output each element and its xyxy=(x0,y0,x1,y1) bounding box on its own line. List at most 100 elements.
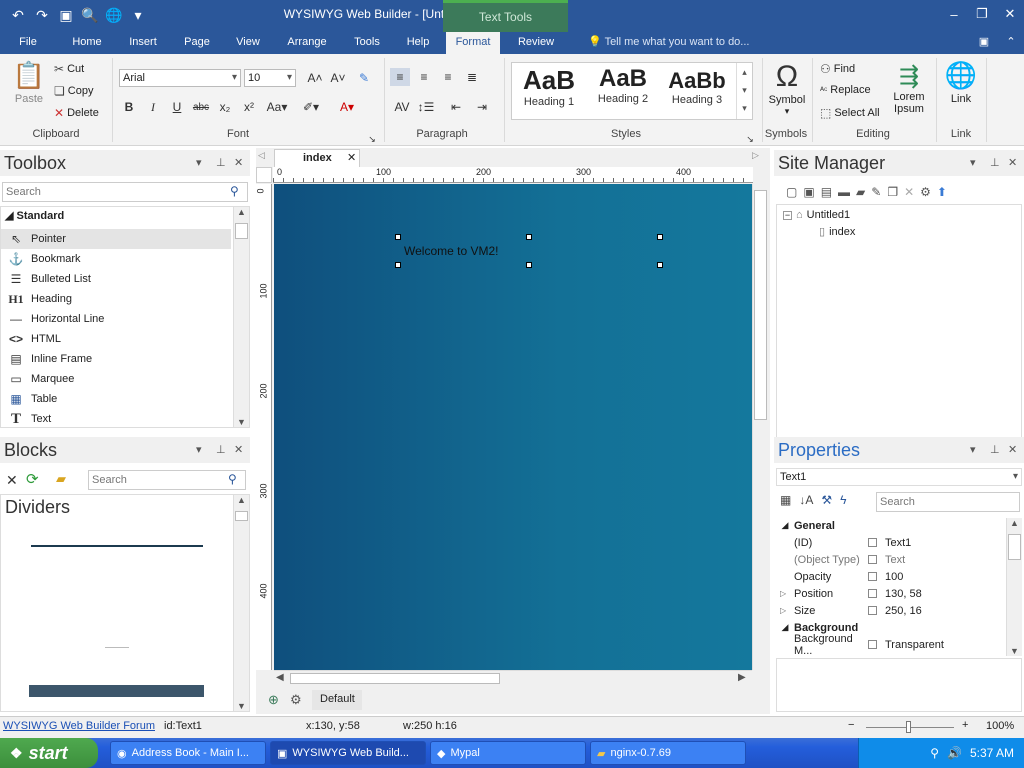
toolbox-item[interactable]: <> HTML xyxy=(1,329,231,349)
change-case-icon[interactable]: Aa▾ xyxy=(264,98,290,116)
prop-checkbox[interactable] xyxy=(868,555,877,564)
properties-scrollbar[interactable]: ▲ ▼ xyxy=(1006,518,1022,656)
tab-help[interactable]: Help xyxy=(398,32,438,54)
scroll-left-icon[interactable]: ◀ xyxy=(276,672,284,683)
increase-indent-icon[interactable]: ⇥ xyxy=(472,98,492,116)
search-icon[interactable]: ⚲ xyxy=(230,184,239,198)
select-all-button[interactable]: ⬚ Select All xyxy=(820,106,880,120)
font-size-select[interactable]: 10 xyxy=(244,69,296,87)
divider-block-2[interactable] xyxy=(105,647,129,648)
resize-handle[interactable] xyxy=(657,262,663,268)
start-button[interactable]: ❖ start xyxy=(0,738,98,768)
symbol-button[interactable]: Ω Symbol ▾ xyxy=(768,60,806,117)
pin-icon[interactable]: ⊥ xyxy=(216,437,226,463)
pin-icon[interactable]: ⊥ xyxy=(216,150,226,176)
toolbox-item[interactable]: ⚓ Bookmark xyxy=(1,249,231,269)
prop-row-id[interactable]: (ID) Text1 xyxy=(776,534,1006,551)
canvas-hscrollbar[interactable]: ◀ ▶ xyxy=(274,670,752,686)
chevron-down-icon[interactable]: ▾ xyxy=(196,437,202,463)
master-page-tab[interactable]: Default xyxy=(312,690,362,710)
underline-icon[interactable]: U xyxy=(167,98,187,116)
replace-button[interactable]: ᴬᶜ Replace xyxy=(820,84,871,96)
tab-home[interactable]: Home xyxy=(64,32,110,54)
folder-icon[interactable]: ▰ xyxy=(56,471,66,487)
account-icon[interactable]: ▣ xyxy=(972,32,996,54)
scroll-thumb[interactable] xyxy=(235,223,248,239)
toolbox-section[interactable]: ◢ Standard xyxy=(5,209,64,222)
scroll-down-icon[interactable]: ▼ xyxy=(234,701,249,711)
align-right-icon[interactable]: ≡ xyxy=(438,68,458,86)
tab-format[interactable]: Format xyxy=(446,32,500,54)
prop-checkbox[interactable] xyxy=(868,606,877,615)
justify-icon[interactable]: ≣ xyxy=(462,68,482,86)
toolbox-item[interactable]: ☰ Bulleted List xyxy=(1,269,231,289)
prop-row-opacity[interactable]: Opacity 100 xyxy=(776,568,1006,585)
resize-handle[interactable] xyxy=(657,234,663,240)
scroll-thumb[interactable] xyxy=(290,673,500,684)
close-icon[interactable]: ✕ xyxy=(234,150,243,176)
tab-insert[interactable]: Insert xyxy=(120,32,166,54)
expand-icon[interactable]: ▷ xyxy=(780,589,786,598)
toolbox-item[interactable]: ▤ Inline Frame xyxy=(1,349,231,369)
pin-icon[interactable]: ⊥ xyxy=(990,150,1000,176)
style-heading-2[interactable]: AaB Heading 2 xyxy=(586,63,660,119)
tree-page[interactable]: ▯ index xyxy=(819,225,855,239)
taskbar-item[interactable]: ◆ Mypal xyxy=(430,741,586,765)
align-center-icon[interactable]: ≡ xyxy=(414,68,434,86)
events-icon[interactable]: ϟ xyxy=(840,493,846,507)
divider-block-1[interactable] xyxy=(31,545,203,547)
tab-scroll-right-icon[interactable]: ▷ xyxy=(752,150,759,161)
tab-review[interactable]: Review xyxy=(508,32,564,54)
toolbox-item[interactable]: ⇖ Pointer xyxy=(1,229,231,249)
tab-view[interactable]: View xyxy=(228,32,268,54)
close-icon[interactable]: ✕ xyxy=(1008,437,1017,463)
toolbox-item[interactable]: H1 Heading xyxy=(1,289,231,309)
tab-file[interactable]: File xyxy=(8,32,48,54)
prop-row-object-type[interactable]: (Object Type) Text xyxy=(776,551,1006,568)
chevron-down-icon[interactable]: ▾ xyxy=(196,150,202,176)
highlight-icon[interactable]: ✐▾ xyxy=(298,98,324,116)
style-heading-3[interactable]: AaBb Heading 3 xyxy=(660,63,734,119)
tab-page[interactable]: Page xyxy=(176,32,218,54)
scroll-up-icon[interactable]: ▲ xyxy=(234,495,249,505)
divider-block-3[interactable] xyxy=(29,685,204,697)
blocks-scrollbar[interactable]: ▲ ▼ xyxy=(233,495,249,711)
forum-link[interactable]: WYSIWYG Web Builder Forum xyxy=(3,720,155,732)
categorized-icon[interactable]: ▦ xyxy=(780,493,791,507)
prop-checkbox[interactable] xyxy=(868,589,877,598)
close-icon[interactable]: ✕ xyxy=(234,437,243,463)
tab-arrange[interactable]: Arrange xyxy=(280,32,334,54)
strikethrough-icon[interactable]: abc xyxy=(191,98,211,116)
prop-row-size[interactable]: ▷ Size 250, 16 xyxy=(776,602,1006,619)
zoom-out-icon[interactable]: − xyxy=(848,719,854,731)
toolbox-item[interactable]: T Text xyxy=(1,409,231,427)
zoom-slider-thumb[interactable] xyxy=(906,721,911,733)
chevron-down-icon[interactable]: ▾ xyxy=(970,150,976,176)
style-heading-1[interactable]: AaB Heading 1 xyxy=(512,63,586,119)
new-page-icon[interactable]: ▢ xyxy=(786,185,797,199)
styles-scroll[interactable]: ▴ ▾ ▾ xyxy=(736,63,752,119)
speaker-icon[interactable]: 🔊 xyxy=(947,746,962,760)
scroll-up-icon[interactable]: ▲ xyxy=(234,207,249,217)
tab-tools[interactable]: Tools xyxy=(346,32,388,54)
wrench-icon[interactable]: ⚒ xyxy=(821,493,832,507)
styles-dialog-launcher-icon[interactable]: ↘ xyxy=(744,130,756,148)
page-settings-icon[interactable]: ⚙ xyxy=(290,692,302,708)
toolbox-search-input[interactable]: Search xyxy=(2,182,248,202)
line-spacing-icon[interactable]: ↕☰ xyxy=(414,98,438,116)
prop-checkbox[interactable] xyxy=(868,538,877,547)
resize-handle[interactable] xyxy=(526,262,532,268)
char-spacing-icon[interactable]: AV xyxy=(390,98,414,116)
folder-icon[interactable]: ▰ xyxy=(856,185,865,199)
move-up-icon[interactable]: ⬆ xyxy=(937,185,947,199)
tab-scroll-left-icon[interactable]: ◁ xyxy=(258,150,265,161)
refresh-icon[interactable]: ⟳ xyxy=(26,470,39,488)
edit-icon[interactable]: ✎ xyxy=(871,185,881,199)
minimize-icon[interactable]: – xyxy=(940,0,968,28)
sort-az-icon[interactable]: ↓A xyxy=(799,493,813,507)
resize-handle[interactable] xyxy=(526,234,532,240)
chevron-down-icon[interactable]: ▾ xyxy=(970,437,976,463)
prop-group-general[interactable]: ◢ General xyxy=(776,517,1006,534)
prop-checkbox[interactable] xyxy=(868,572,877,581)
add-page-icon[interactable]: ⊕ xyxy=(268,692,279,708)
